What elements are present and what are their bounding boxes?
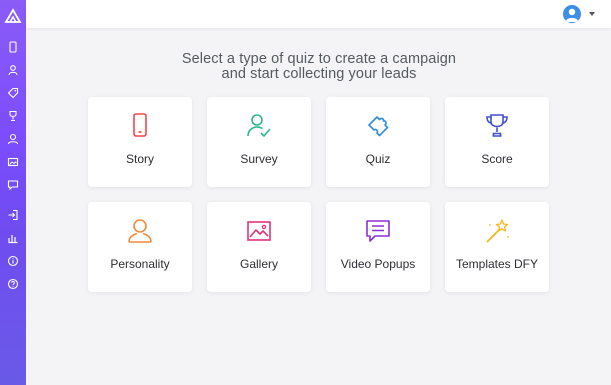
quiz-type-gallery[interactable]: Gallery — [207, 202, 311, 292]
sidebar-item-phone[interactable] — [5, 39, 21, 55]
person-icon — [128, 219, 152, 243]
avatar-icon — [565, 8, 579, 22]
phone-icon — [133, 113, 147, 137]
image-icon — [247, 221, 271, 241]
avatar[interactable] — [563, 5, 581, 23]
quiz-type-video-popups[interactable]: Video Popups — [326, 202, 430, 292]
quiz-type-personality[interactable]: Personality — [88, 202, 192, 292]
top-bar — [26, 0, 611, 28]
page-title: Select a type of quiz to create a campai… — [140, 52, 498, 82]
sidebar-item-image[interactable] — [5, 154, 21, 170]
sidebar-item-chat[interactable] — [5, 177, 21, 193]
quiz-type-label: Survey — [240, 152, 278, 166]
help-icon — [7, 278, 19, 290]
logo-icon[interactable] — [4, 8, 22, 24]
quiz-type-label: Story — [125, 152, 154, 166]
quiz-type-label: Personality — [110, 257, 170, 271]
sidebar-item-login[interactable] — [5, 207, 21, 223]
sidebar-item-tag[interactable] — [5, 85, 21, 101]
sidebar-item-person[interactable] — [5, 131, 21, 147]
magic-wand-icon — [486, 219, 509, 243]
chevron-down-icon[interactable] — [589, 12, 595, 16]
trophy-icon — [9, 110, 17, 122]
page-title-line-1: Select a type of quiz to create a campai… — [181, 51, 457, 67]
tag-icon — [7, 87, 19, 99]
chat-icon — [7, 180, 19, 191]
login-icon — [8, 209, 18, 221]
sidebar — [0, 0, 26, 385]
sidebar-item-help[interactable] — [5, 276, 21, 292]
sidebar-item-stats[interactable] — [5, 230, 21, 246]
user-check-icon — [247, 114, 271, 138]
sidebar-item-trophy[interactable] — [5, 108, 21, 124]
quiz-type-label: Video Popups — [340, 257, 416, 271]
quiz-type-templates-dfy[interactable]: Templates DFY — [445, 202, 549, 292]
sidebar-item-info[interactable] — [5, 253, 21, 269]
quiz-type-label: Templates DFY — [455, 257, 539, 271]
quiz-type-quiz[interactable]: Quiz — [326, 97, 430, 187]
quiz-type-story[interactable]: Story — [88, 97, 192, 187]
info-icon — [7, 255, 19, 267]
chat-icon — [366, 220, 390, 242]
quiz-type-label: Score — [481, 152, 513, 166]
puzzle-icon — [368, 116, 389, 137]
trophy-icon — [486, 114, 508, 137]
quiz-type-survey[interactable]: Survey — [207, 97, 311, 187]
quiz-type-score[interactable]: Score — [445, 97, 549, 187]
person-icon — [7, 133, 19, 145]
phone-icon — [9, 41, 17, 53]
user-icon — [8, 65, 18, 76]
page-title-line-2: and start collecting your leads — [221, 66, 417, 82]
sidebar-item-user[interactable] — [5, 62, 21, 78]
quiz-type-label: Gallery — [239, 257, 278, 271]
bar-chart-icon — [8, 235, 18, 244]
quiz-type-label: Quiz — [365, 152, 391, 166]
image-icon — [7, 157, 19, 167]
